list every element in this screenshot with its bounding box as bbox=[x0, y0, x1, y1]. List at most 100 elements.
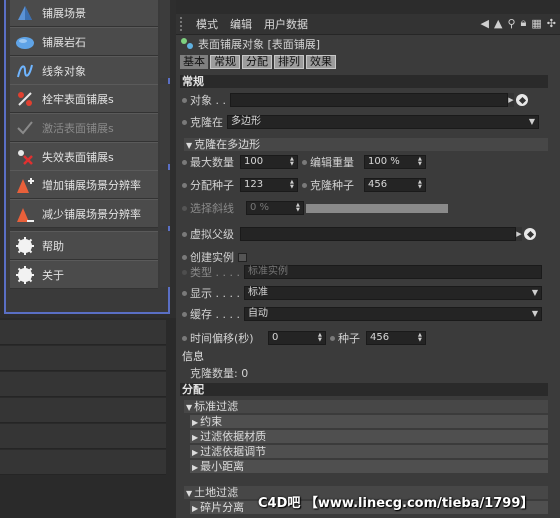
count-weight-row: 最大数量 100 编辑重量 100 % bbox=[180, 153, 546, 171]
virtual-parent-row: 虚拟父级 ▶ bbox=[180, 225, 546, 243]
param-dot[interactable] bbox=[182, 231, 187, 237]
menu-group-help: 帮助 关于 bbox=[10, 231, 158, 289]
tab-basic[interactable]: 基本 bbox=[180, 55, 208, 69]
group-min-distance[interactable]: ▶ 最小距离 bbox=[190, 460, 548, 473]
tab-effects[interactable]: 效果 bbox=[306, 55, 336, 69]
menu-item-scatter-rock[interactable]: 铺展岩石 bbox=[10, 27, 158, 56]
seed-row: 分配种子 123 克隆种子 456 bbox=[180, 176, 546, 194]
select-slope-input[interactable]: 0 % bbox=[246, 201, 304, 215]
group-filter-by-adjust[interactable]: ▶ 过滤依据调节 bbox=[190, 445, 548, 458]
group-standard-filter[interactable]: ▼ 标准过滤 bbox=[184, 400, 548, 413]
param-dot[interactable] bbox=[182, 182, 187, 188]
display-dropdown[interactable]: 标准 bbox=[244, 286, 542, 300]
pick-object-icon[interactable] bbox=[524, 228, 536, 240]
expand-arrow-icon: ▶ bbox=[192, 504, 199, 513]
max-count-input[interactable]: 100 bbox=[240, 155, 298, 169]
param-dot[interactable] bbox=[182, 311, 187, 317]
select-slope-row: 选择斜线 0 % bbox=[180, 199, 546, 217]
tab-arrangement[interactable]: 排列 bbox=[274, 55, 304, 69]
object-header: 表面铺展对象 [表面铺展] bbox=[176, 35, 560, 53]
param-dot[interactable] bbox=[182, 254, 187, 260]
group-constraint[interactable]: ▶ 约束 bbox=[190, 415, 548, 428]
clone-seed-label: 克隆种子 bbox=[310, 179, 354, 192]
watermark-text: C4D吧 【www.linecg.com/tieba/1799】 bbox=[258, 496, 534, 511]
param-dot[interactable] bbox=[182, 159, 187, 165]
time-offset-input[interactable]: 0 bbox=[268, 331, 326, 345]
menu-mode[interactable]: 模式 bbox=[196, 16, 218, 32]
select-slope-slider[interactable] bbox=[306, 203, 448, 213]
pick-object-icon[interactable] bbox=[516, 94, 528, 106]
menu-edit[interactable]: 编辑 bbox=[230, 16, 252, 32]
cache-row: 缓存 . . . . 自动 bbox=[180, 305, 546, 323]
new-panel-icon[interactable]: ▦ bbox=[531, 17, 541, 30]
attribute-tabs: 基本 常规 分配 排列 效果 bbox=[180, 55, 336, 69]
drag-grip-icon[interactable] bbox=[180, 17, 190, 31]
menu-item-spline-object[interactable]: 线条对象 bbox=[10, 56, 158, 85]
instance-type-dropdown[interactable]: 标准实例 bbox=[244, 265, 542, 279]
cache-dropdown[interactable]: 自动 bbox=[244, 307, 542, 321]
search-icon[interactable]: ⚲ bbox=[507, 17, 515, 30]
panel-top-strip bbox=[176, 0, 560, 14]
menu-user-data[interactable]: 用户数据 bbox=[264, 16, 308, 32]
expand-arrow-icon[interactable]: ▶ bbox=[508, 93, 514, 107]
expand-arrow-icon[interactable]: ▶ bbox=[516, 227, 522, 241]
about-icon bbox=[14, 264, 36, 286]
tab-general[interactable]: 常规 bbox=[210, 55, 240, 69]
menu-item-help[interactable]: 帮助 bbox=[10, 231, 158, 260]
edit-weight-input[interactable]: 100 % bbox=[364, 155, 426, 169]
menu-item-deactivate-surface-scatter[interactable]: 失效表面铺展s bbox=[10, 142, 158, 171]
display-row: 显示 . . . . 标准 bbox=[180, 284, 546, 302]
menu-item-label: 栓牢表面铺展s bbox=[42, 92, 114, 106]
surface-scatter-object-icon bbox=[180, 37, 194, 51]
clone-on-dropdown[interactable]: 多边形 bbox=[227, 115, 539, 129]
section-general: 常规 bbox=[180, 75, 548, 88]
object-link-field[interactable] bbox=[230, 93, 508, 107]
menu-item-about[interactable]: 关于 bbox=[10, 260, 158, 289]
tab-distribution[interactable]: 分配 bbox=[242, 55, 272, 69]
distribution-seed-label: 分配种子 bbox=[190, 179, 234, 192]
clone-seed-input[interactable]: 456 bbox=[364, 178, 426, 192]
menu-item-anchor-surface-scatter[interactable]: 栓牢表面铺展s bbox=[10, 84, 158, 113]
lock-icon[interactable]: 🔒︎ bbox=[521, 16, 527, 30]
palette-slot bbox=[0, 346, 166, 371]
param-dot[interactable] bbox=[182, 269, 187, 275]
param-dot[interactable] bbox=[182, 97, 187, 103]
menu-item-scatter-scene[interactable]: 铺展场景 bbox=[10, 0, 158, 27]
attribute-manager: 模式 编辑 用户数据 ◀ ▲ ⚲ 🔒︎ ▦ ✣ 表面铺展对象 [表面铺展] 基本… bbox=[176, 0, 560, 518]
expand-arrow-icon: ▶ bbox=[192, 433, 199, 442]
group-title: 标准过滤 bbox=[194, 400, 239, 413]
param-dot[interactable] bbox=[330, 335, 335, 341]
settings-icon[interactable]: ✣ bbox=[547, 17, 556, 30]
expand-arrow-icon: ▶ bbox=[192, 448, 199, 457]
create-instance-checkbox[interactable] bbox=[238, 252, 247, 262]
palette-slot bbox=[0, 320, 166, 345]
group-clone-on-polygon[interactable]: ▼ 克隆在多边形 bbox=[184, 138, 548, 151]
menu-item-label: 关于 bbox=[42, 268, 64, 282]
param-dot[interactable] bbox=[182, 119, 187, 125]
increase-resolution-icon bbox=[14, 174, 36, 196]
group-title: 碎片分离 bbox=[200, 501, 245, 514]
plugin-menu-frame: 铺展场景 铺展岩石 线条对象 栓牢表面铺展s 激活表面铺展s 失效表面铺展s 增… bbox=[4, 0, 170, 314]
scatter-rock-icon bbox=[14, 31, 36, 53]
menu-group-resolution: 增加铺展场景分辨率 减少铺展场景分辨率 bbox=[10, 170, 158, 228]
group-filter-by-material[interactable]: ▶ 过滤依据材质 bbox=[190, 430, 548, 443]
instance-type-label: 类型 . . . . bbox=[190, 266, 240, 279]
display-label: 显示 . . . . bbox=[190, 287, 240, 300]
param-dot[interactable] bbox=[302, 159, 307, 165]
attribute-menubar: 模式 编辑 用户数据 ◀ ▲ ⚲ 🔒︎ ▦ ✣ bbox=[176, 14, 560, 35]
back-arrow-icon[interactable]: ◀ bbox=[481, 17, 489, 30]
up-arrow-icon[interactable]: ▲ bbox=[494, 17, 502, 30]
seed-input[interactable]: 456 bbox=[366, 331, 426, 345]
virtual-parent-field[interactable] bbox=[240, 227, 516, 241]
object-label: 对象 . . bbox=[190, 94, 226, 107]
menu-item-decrease-resolution[interactable]: 减少铺展场景分辨率 bbox=[10, 199, 158, 228]
section-info: 信息 bbox=[180, 350, 548, 363]
param-dot[interactable] bbox=[182, 335, 187, 341]
distribution-seed-input[interactable]: 123 bbox=[240, 178, 298, 192]
param-dot[interactable] bbox=[182, 205, 187, 211]
param-dot[interactable] bbox=[302, 182, 307, 188]
menu-item-increase-resolution[interactable]: 增加铺展场景分辨率 bbox=[10, 170, 158, 199]
param-dot[interactable] bbox=[182, 290, 187, 296]
menu-item-activate-surface-scatter[interactable]: 激活表面铺展s bbox=[10, 113, 158, 142]
edit-weight-label: 编辑重量 bbox=[310, 156, 354, 169]
